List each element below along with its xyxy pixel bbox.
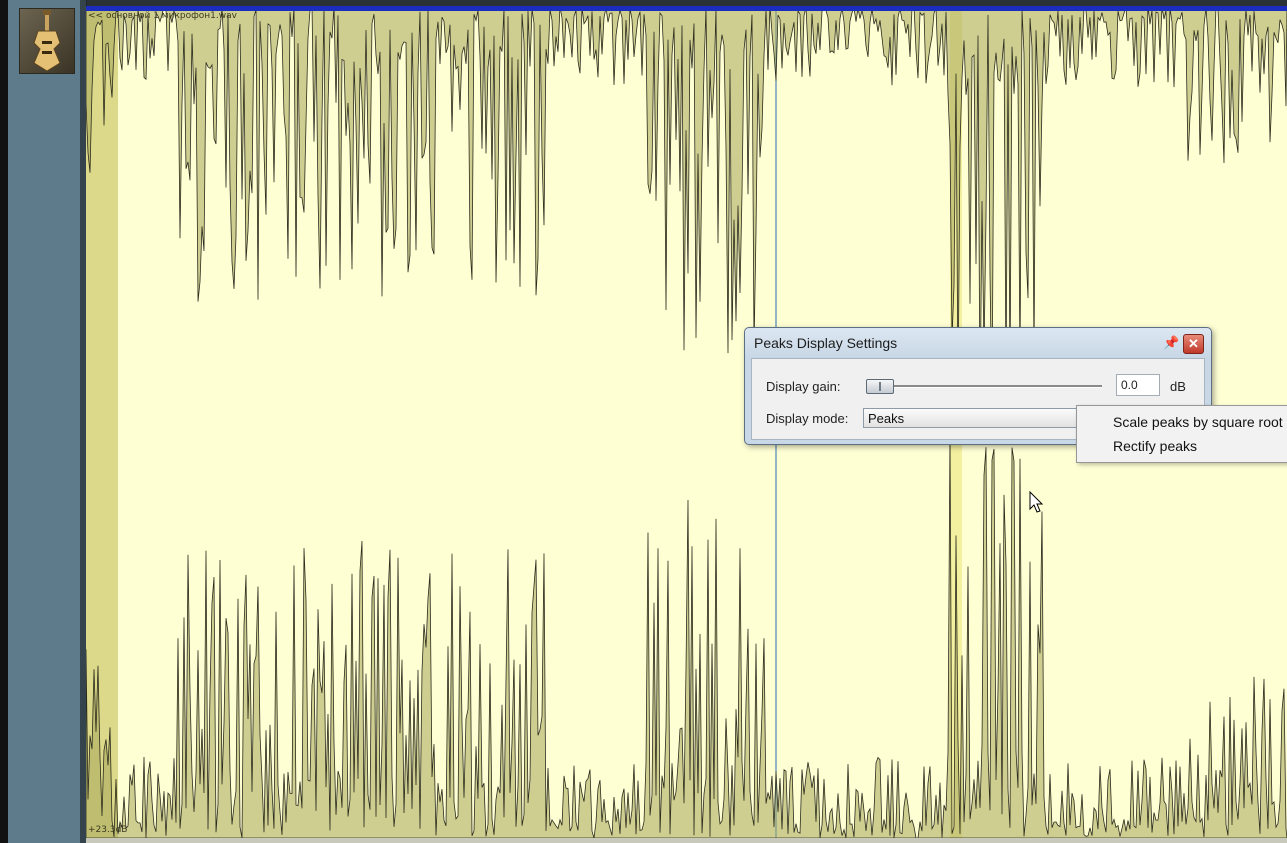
display-gain-slider-thumb[interactable] [866, 379, 894, 394]
close-icon[interactable]: ✕ [1183, 334, 1204, 354]
clip-gain-badge: +23.3dB [88, 825, 128, 835]
display-mode-dropdown-menu: Scale peaks by square root Rectify peaks [1076, 405, 1287, 463]
display-mode-select[interactable]: Peaks [863, 408, 1083, 428]
track-header[interactable] [8, 0, 81, 843]
display-gain-label: Display gain: [766, 379, 841, 394]
clip-name[interactable]: << основной 1 микрофон1.wav [88, 11, 237, 21]
guitar-icon[interactable] [19, 8, 75, 74]
cursor-icon [1029, 491, 1044, 513]
waveform-bottom [86, 430, 1287, 838]
display-gain-input[interactable] [1116, 374, 1160, 396]
horizontal-scrollbar[interactable] [86, 838, 1287, 843]
clip-header-bar [86, 6, 1287, 11]
menu-item-rectify-peaks[interactable]: Rectify peaks [1113, 438, 1197, 454]
gain-unit-label: dB [1170, 379, 1186, 394]
display-gain-slider[interactable] [866, 385, 1102, 388]
display-mode-value: Peaks [868, 411, 905, 426]
menu-item-scale-peaks-sqrt[interactable]: Scale peaks by square root [1113, 414, 1283, 430]
pin-icon[interactable]: 📌 [1163, 335, 1179, 351]
dialog-title: Peaks Display Settings [754, 335, 898, 351]
track-strip [0, 0, 8, 843]
display-mode-label: Display mode: [766, 411, 849, 426]
